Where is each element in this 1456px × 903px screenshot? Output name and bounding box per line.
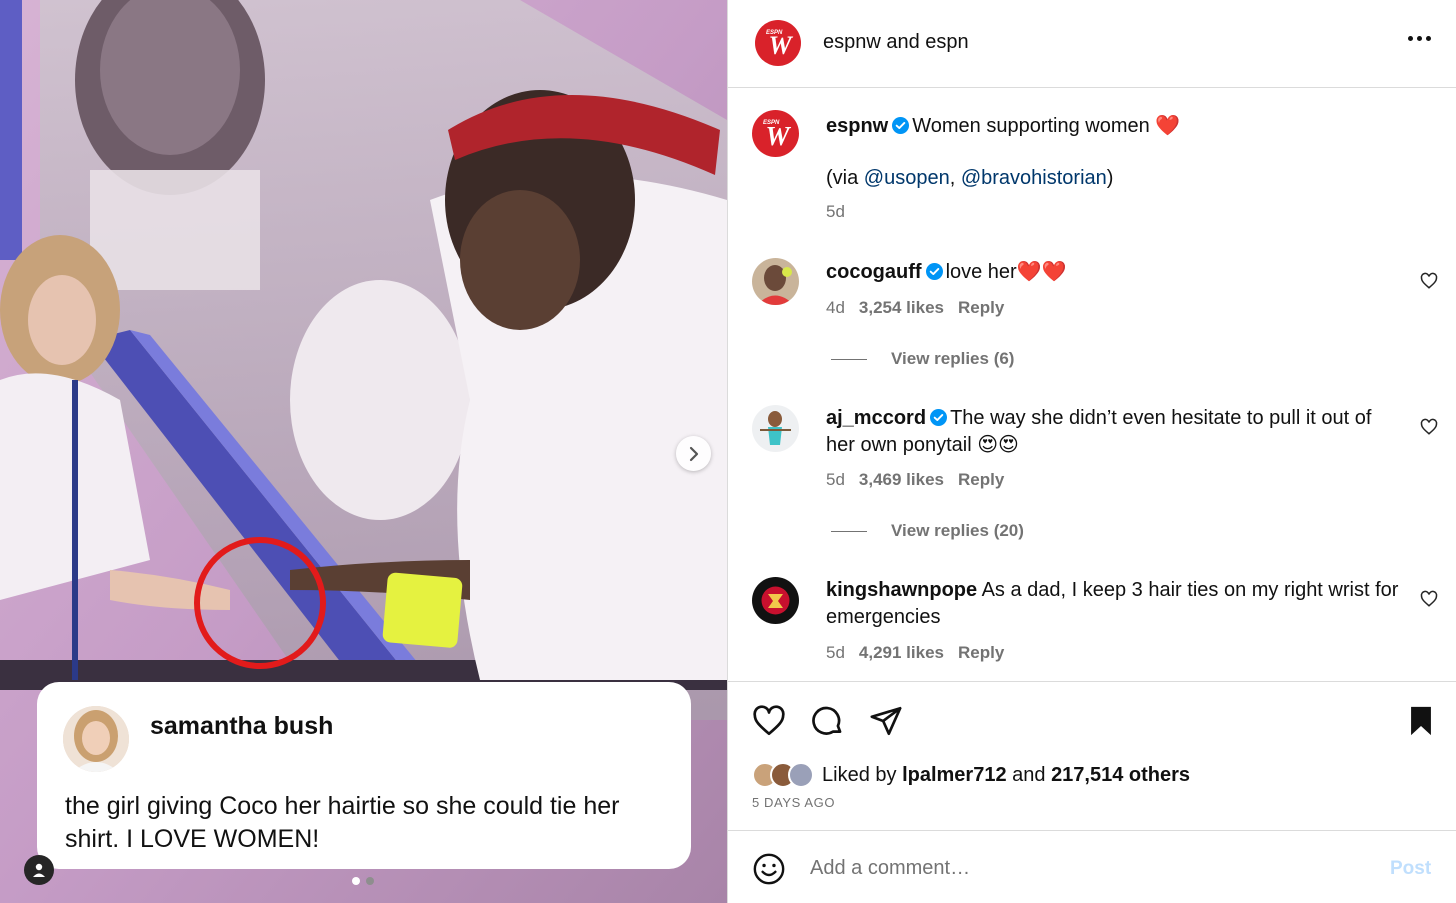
- carousel-dots: [352, 877, 374, 885]
- send-icon[interactable]: [869, 704, 903, 738]
- verified-badge-icon: [930, 409, 948, 426]
- mention-usopen[interactable]: @usopen: [864, 167, 950, 189]
- like-comment-icon[interactable]: [1420, 418, 1438, 436]
- caption-via: (via @usopen, @bravohistorian): [826, 167, 1114, 189]
- post-header: W ESPN espnw and espn: [728, 0, 1456, 88]
- carousel-dot[interactable]: [366, 877, 374, 885]
- comment-icon[interactable]: [811, 704, 845, 738]
- liked-by-row: Liked by lpalmer712 and 217,514 others: [752, 762, 1190, 788]
- carousel-dot[interactable]: [352, 877, 360, 885]
- view-replies-button[interactable]: View replies (6): [831, 349, 1014, 369]
- comment-username[interactable]: cocogauff: [826, 261, 922, 283]
- comment-input[interactable]: Add a comment…: [810, 857, 970, 880]
- comment-time[interactable]: 5d: [826, 470, 845, 489]
- comment-meta: 5d 3,469 likes Reply: [826, 470, 1004, 490]
- caption-text: Women supporting women ❤️: [912, 115, 1181, 137]
- comment-meta: 4d 3,254 likes Reply: [826, 298, 1004, 318]
- reply-button[interactable]: Reply: [958, 643, 1004, 662]
- mention-bravohistorian[interactable]: @bravohistorian: [961, 167, 1107, 189]
- espnw-avatar[interactable]: W ESPN: [755, 20, 801, 66]
- espn-logo-badge: ESPN: [766, 30, 783, 36]
- comment-line: cocogauff love her❤️❤️: [826, 259, 1067, 286]
- caption-time[interactable]: 5d: [826, 202, 845, 222]
- caption-username[interactable]: espnw: [826, 115, 888, 137]
- avatar[interactable]: [752, 405, 799, 452]
- comment-username[interactable]: aj_mccord: [826, 407, 926, 429]
- reshared-comment-text: the girl giving Coco her hairtie so she …: [65, 792, 620, 853]
- more-horizontal-icon: [1408, 36, 1413, 41]
- bookmark-icon[interactable]: [1404, 704, 1438, 738]
- post-header-title[interactable]: espnw and espn: [823, 31, 969, 54]
- liked-by-user-link[interactable]: lpalmer712: [902, 764, 1007, 786]
- comment-text: love her❤️❤️: [945, 261, 1067, 283]
- like-comment-icon[interactable]: [1420, 590, 1438, 608]
- verified-badge-icon: [892, 117, 910, 134]
- reply-button[interactable]: Reply: [958, 470, 1004, 489]
- comment-likes[interactable]: 3,469 likes: [859, 470, 944, 489]
- post-timestamp[interactable]: 5 DAYS AGO: [752, 795, 835, 810]
- next-slide-button[interactable]: [676, 436, 711, 471]
- avatar[interactable]: [752, 258, 799, 305]
- post-comment-button[interactable]: Post: [1390, 858, 1431, 880]
- comment-likes[interactable]: 4,291 likes: [859, 643, 944, 662]
- espnw-avatar[interactable]: W ESPN: [752, 110, 799, 157]
- comment-line: aj_mccord The way she didn’t even hesitat…: [826, 405, 1401, 459]
- avatar[interactable]: [752, 577, 799, 624]
- view-replies-button[interactable]: View replies (20): [831, 521, 1024, 541]
- comment-time[interactable]: 4d: [826, 298, 845, 317]
- avatar: [788, 762, 814, 788]
- comment-meta: 5d 4,291 likes Reply: [826, 643, 1004, 663]
- verified-badge-icon: [925, 263, 943, 280]
- heart-icon[interactable]: [752, 704, 786, 738]
- tagged-users-button[interactable]: [24, 855, 54, 885]
- reshared-comment-card: samantha bush the girl giving Coco her h…: [37, 682, 691, 869]
- liked-by-text: Liked by lpalmer712 and 217,514 others: [822, 763, 1191, 786]
- comment-form: Add a comment… Post: [728, 832, 1456, 903]
- chevron-right-icon: [689, 446, 698, 461]
- reply-button[interactable]: Reply: [958, 298, 1004, 317]
- likes-count-link[interactable]: 217,514 others: [1051, 764, 1190, 786]
- comments-scroll[interactable]: W ESPN espnw Women supporting women ❤️ (v…: [728, 89, 1456, 681]
- comment-time[interactable]: 5d: [826, 643, 845, 662]
- like-comment-icon[interactable]: [1420, 272, 1438, 290]
- comment-line: kingshawnpope As a dad, I keep 3 hair ti…: [826, 577, 1401, 631]
- more-options-button[interactable]: [1408, 36, 1431, 41]
- person-icon: [33, 863, 45, 877]
- reshared-comment-author: samantha bush: [150, 712, 334, 740]
- avatar: [63, 706, 129, 772]
- post-actions: Liked by lpalmer712 and 217,514 others 5…: [728, 681, 1456, 831]
- caption-line: espnw Women supporting women ❤️: [826, 113, 1180, 140]
- post-sidebar: W ESPN espnw and espn W ESPN espnw Women …: [727, 0, 1456, 903]
- comment-likes[interactable]: 3,254 likes: [859, 298, 944, 317]
- smiley-icon[interactable]: [752, 852, 786, 886]
- post-media[interactable]: samantha bush the girl giving Coco her h…: [0, 0, 727, 903]
- comment-username[interactable]: kingshawnpope: [826, 579, 977, 601]
